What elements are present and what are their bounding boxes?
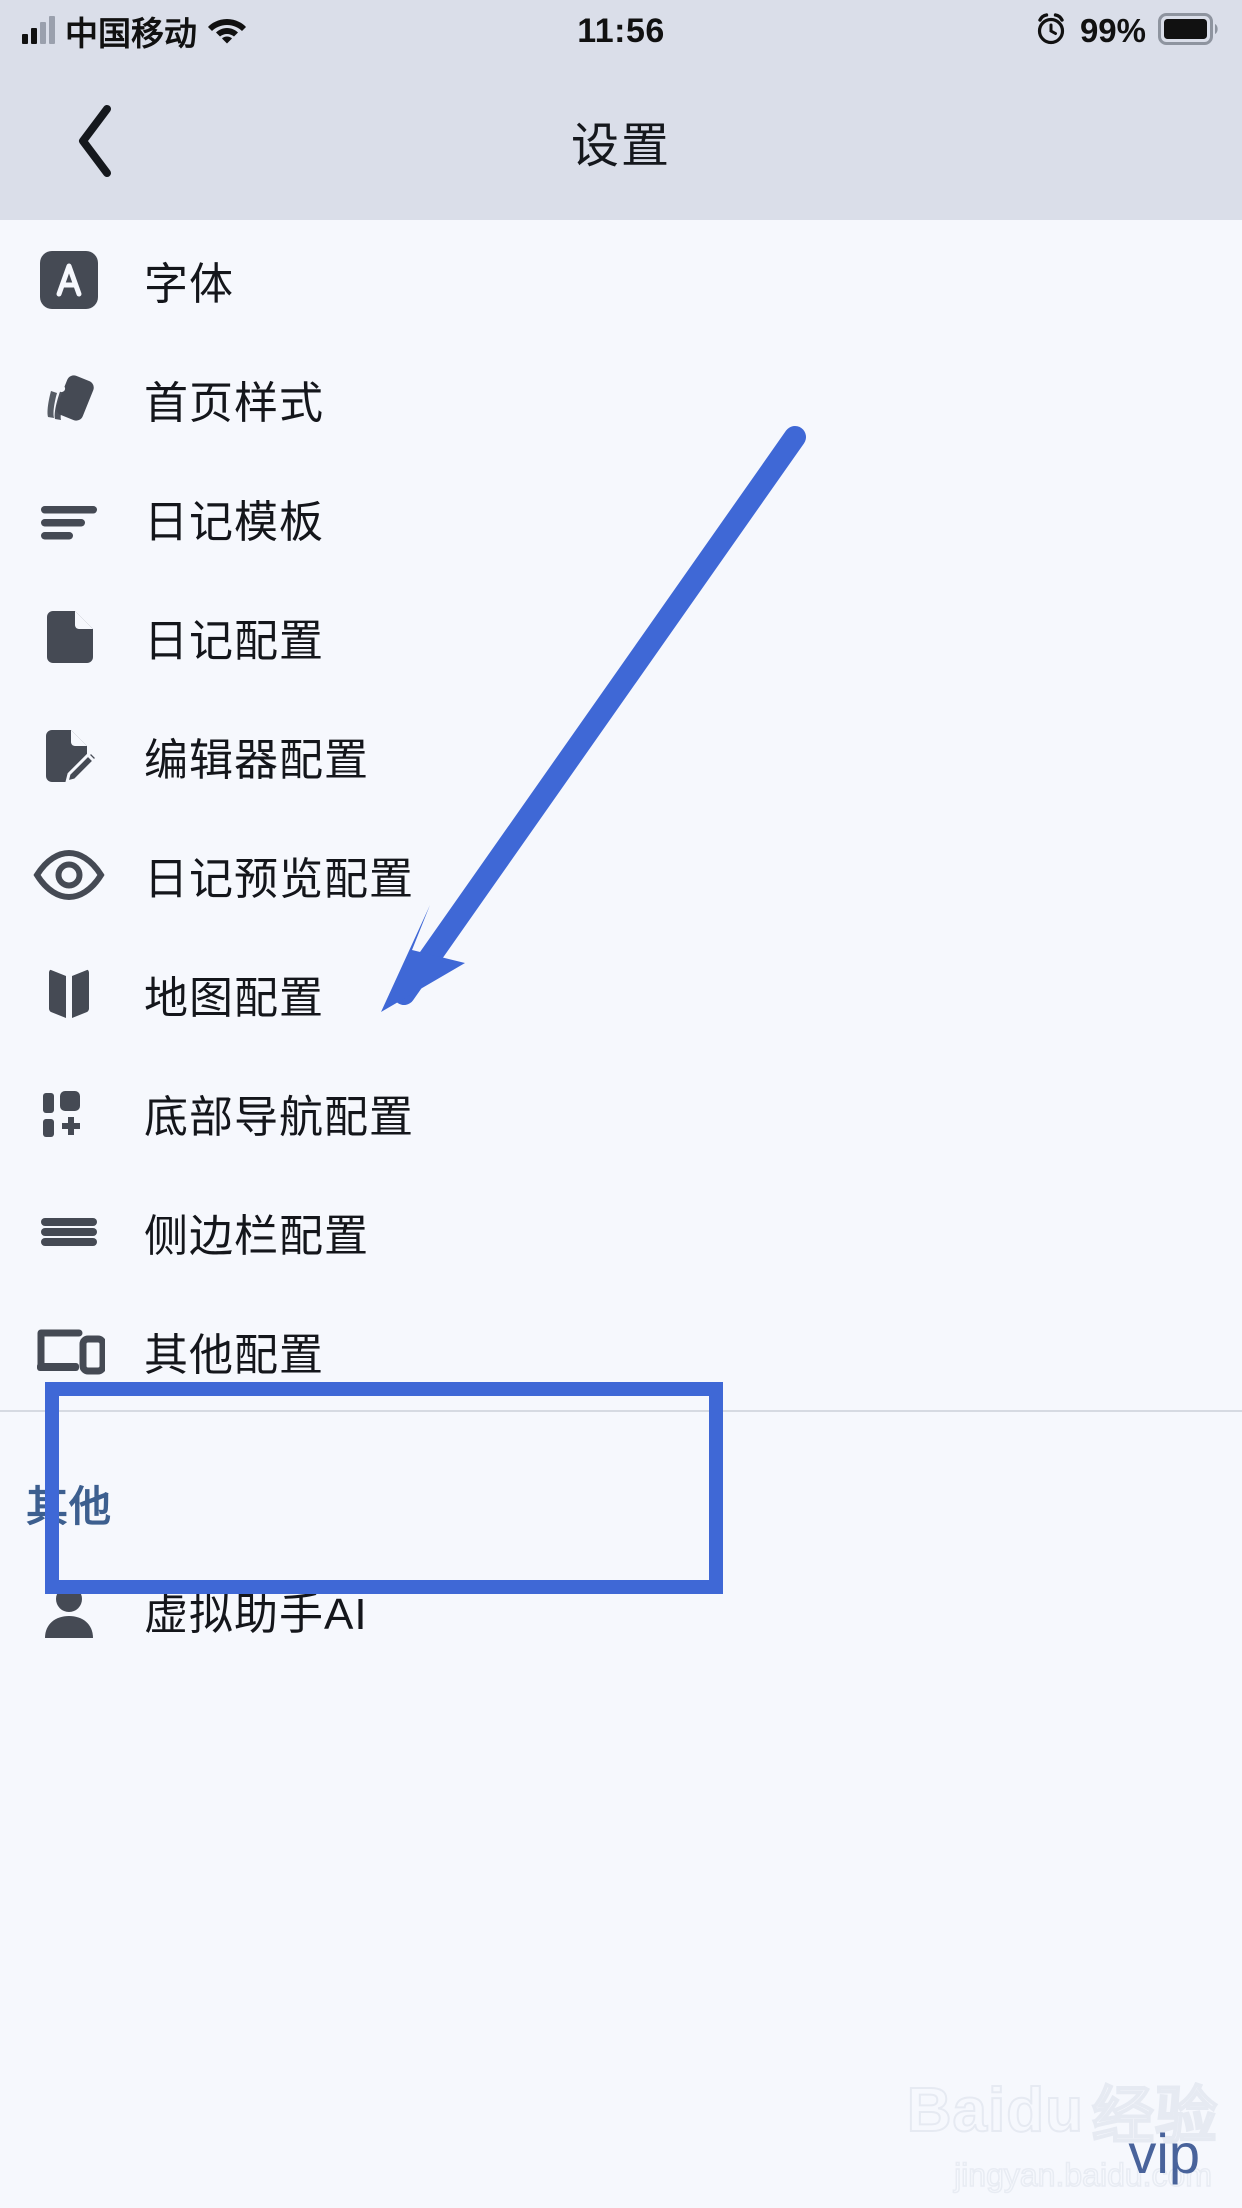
status-bar-right: 99%: [822, 12, 1242, 51]
battery-icon: [1158, 12, 1220, 50]
list-item-other-config[interactable]: 其他配置: [0, 1291, 1242, 1410]
list-item-label: 底部导航配置: [144, 1092, 414, 1142]
cards-style-icon: [26, 356, 112, 442]
list-item-diary-preview-config[interactable]: 日记预览配置: [0, 815, 1242, 934]
font-letter-a-icon: [26, 237, 112, 323]
page-title: 设置: [570, 120, 671, 173]
list-item-label: 编辑器配置: [144, 735, 369, 785]
carrier-label: 中国移动: [65, 15, 197, 52]
chevron-left-icon: [73, 103, 117, 179]
settings-list: 字体 首页样式 日记模板 日记配置 编辑器配置 日记预览配置 地图配置 底部导航…: [0, 220, 1242, 1669]
document-pencil-icon: [26, 713, 112, 799]
laptop-phone-icon: [26, 1308, 112, 1394]
status-bar: 中国移动 11:56 99%: [0, 0, 1242, 62]
person-icon: [26, 1567, 112, 1653]
section-divider: [0, 1410, 1242, 1428]
list-item-label: 地图配置: [144, 973, 324, 1023]
grid-plus-icon: [26, 1070, 112, 1156]
signal-bars-icon: [22, 16, 55, 44]
list-item-home-style[interactable]: 首页样式: [0, 339, 1242, 458]
list-item-label: 其他配置: [144, 1330, 324, 1380]
watermark-vip-badge: vip: [1128, 2122, 1200, 2185]
eye-icon: [26, 832, 112, 918]
align-left-lines-icon: [26, 475, 112, 561]
list-item-label: 日记预览配置: [144, 854, 414, 904]
list-item-label: 日记模板: [144, 497, 324, 547]
list-item-editor-config[interactable]: 编辑器配置: [0, 696, 1242, 815]
navigation-bar: 设置: [0, 62, 1242, 220]
list-item-diary-template[interactable]: 日记模板: [0, 458, 1242, 577]
list-item-bottom-nav-config[interactable]: 底部导航配置: [0, 1053, 1242, 1172]
section-header-other: 其他: [0, 1428, 1242, 1550]
wifi-icon: [207, 14, 247, 49]
list-item-label: 日记配置: [144, 616, 324, 666]
status-bar-center: 11:56: [420, 12, 822, 51]
list-item-label: 侧边栏配置: [144, 1211, 369, 1261]
document-icon: [26, 594, 112, 680]
clock-label: 11:56: [577, 11, 665, 50]
list-item-font[interactable]: 字体: [0, 220, 1242, 339]
list-item-label: 虚拟助手AI: [144, 1589, 368, 1639]
map-icon: [26, 951, 112, 1037]
alarm-icon: [1034, 12, 1068, 51]
list-item-virtual-assistant-ai[interactable]: 虚拟助手AI: [0, 1550, 1242, 1669]
list-item-diary-config[interactable]: 日记配置: [0, 577, 1242, 696]
hamburger-menu-icon: [26, 1189, 112, 1275]
battery-percent-label: 99%: [1079, 12, 1146, 49]
back-button[interactable]: [40, 62, 150, 220]
list-item-sidebar-config[interactable]: 侧边栏配置: [0, 1172, 1242, 1291]
phone-screen: 中国移动 11:56 99% 设置 字体 首页样式 日记模板 日记配置 编辑器配…: [0, 0, 1242, 2208]
watermark-brand-text: Baidu: [906, 2075, 1084, 2146]
section-title: 其他: [26, 1483, 113, 1530]
list-item-map-config[interactable]: 地图配置: [0, 934, 1242, 1053]
list-item-label: 字体: [144, 259, 234, 309]
list-item-label: 首页样式: [144, 378, 324, 428]
status-bar-left: 中国移动: [0, 7, 420, 55]
